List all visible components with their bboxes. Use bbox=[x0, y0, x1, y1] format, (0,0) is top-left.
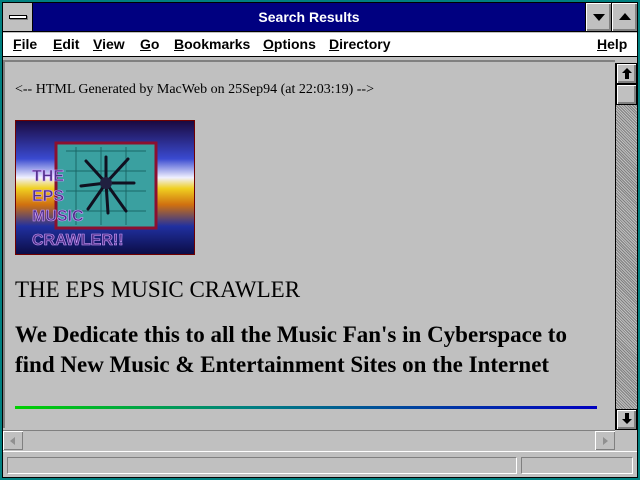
scroll-up-button[interactable] bbox=[616, 63, 637, 84]
logo-image: THE EPS MUSIC CRAWLER!! bbox=[16, 121, 194, 254]
scrollbar-corner bbox=[615, 430, 637, 450]
logo-text-crawler: CRAWLER!! bbox=[32, 232, 124, 249]
maximize-button[interactable] bbox=[611, 3, 637, 31]
menu-bar: File Edit View Go Bookmarks Options Dire… bbox=[3, 33, 637, 57]
scroll-left-button[interactable] bbox=[3, 431, 23, 450]
menu-bookmarks[interactable]: Bookmarks bbox=[174, 36, 250, 52]
scroll-right-button[interactable] bbox=[595, 431, 615, 450]
page-heading: THE EPS MUSIC CRAWLER bbox=[15, 277, 301, 302]
status-bar bbox=[3, 451, 637, 477]
menu-options[interactable]: Options bbox=[263, 36, 316, 52]
system-menu-icon bbox=[9, 15, 27, 19]
system-menu-button[interactable] bbox=[3, 3, 33, 31]
logo-text-the: THE bbox=[32, 168, 64, 185]
horizontal-scrollbar[interactable] bbox=[3, 430, 615, 450]
logo-text-music: MUSIC bbox=[32, 208, 84, 225]
browser-window: Search Results File Edit View Go Bookmar… bbox=[0, 0, 640, 480]
scroll-right-icon bbox=[603, 437, 608, 445]
vertical-scrollbar[interactable] bbox=[615, 63, 637, 430]
logo-text-eps: EPS bbox=[32, 188, 64, 205]
menu-help[interactable]: Help bbox=[597, 36, 627, 52]
status-progress-field bbox=[521, 457, 633, 474]
eps-music-crawler-logo: THE EPS MUSIC CRAWLER!! bbox=[15, 120, 195, 255]
html-comment-text: <-- HTML Generated by MacWeb on 25Sep94 … bbox=[15, 82, 374, 97]
scroll-down-button[interactable] bbox=[616, 409, 637, 430]
window-title: Search Results bbox=[258, 9, 360, 25]
status-message-field bbox=[7, 457, 517, 474]
scroll-up-icon bbox=[622, 68, 632, 79]
scroll-left-icon bbox=[10, 437, 15, 445]
minimize-button[interactable] bbox=[585, 3, 611, 31]
page-viewport[interactable]: <-- HTML Generated by MacWeb on 25Sep94 … bbox=[3, 60, 615, 428]
menu-go[interactable]: Go bbox=[140, 36, 159, 52]
vertical-scroll-thumb[interactable] bbox=[616, 84, 637, 105]
scroll-down-icon bbox=[622, 413, 632, 424]
maximize-icon bbox=[619, 13, 631, 20]
menu-view[interactable]: View bbox=[93, 36, 125, 52]
tagline-heading: We Dedicate this to all the Music Fan's … bbox=[15, 322, 567, 377]
menu-directory[interactable]: Directory bbox=[329, 36, 390, 52]
menu-file[interactable]: File bbox=[13, 36, 37, 52]
minimize-icon bbox=[593, 14, 605, 21]
menu-edit[interactable]: Edit bbox=[53, 36, 79, 52]
gradient-divider bbox=[15, 406, 597, 409]
title-bar[interactable]: Search Results bbox=[3, 3, 637, 32]
